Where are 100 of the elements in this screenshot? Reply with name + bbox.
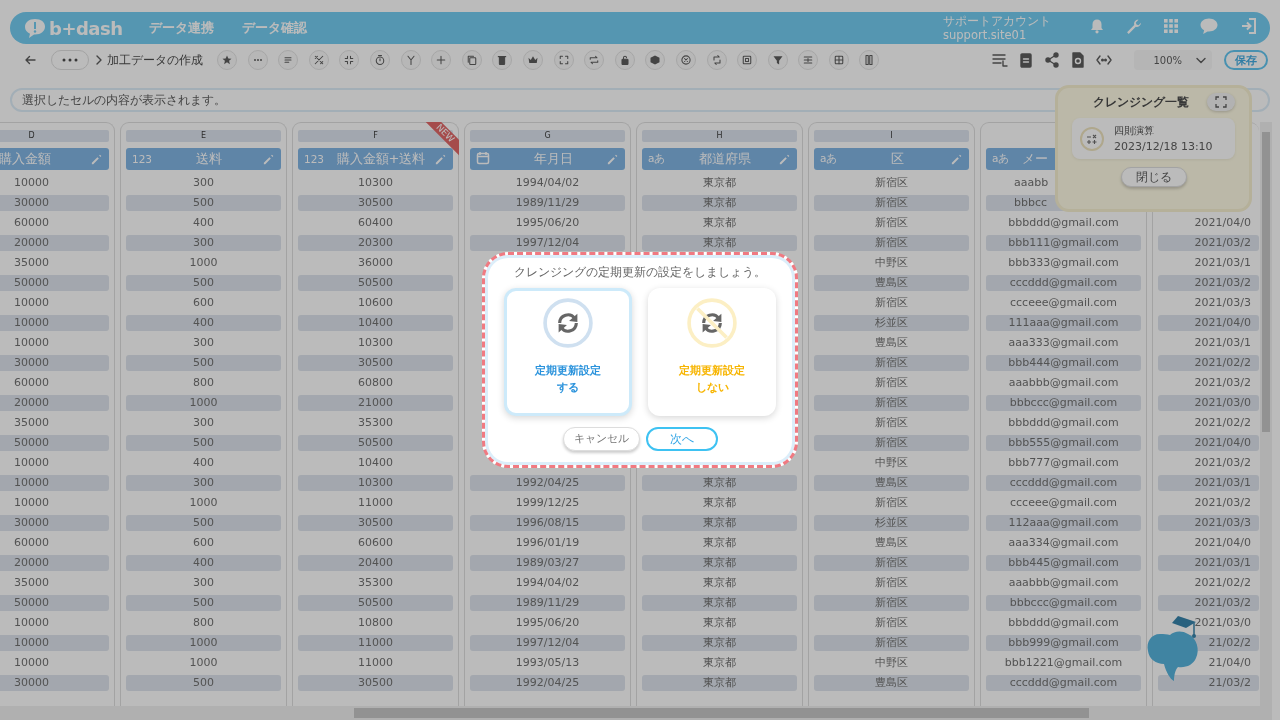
table-cell-text: 東京都 bbox=[702, 655, 737, 671]
fullscreen-button[interactable] bbox=[1207, 93, 1235, 111]
horizontal-scrollbar[interactable] bbox=[0, 706, 1272, 720]
timer-button[interactable] bbox=[369, 50, 390, 70]
bell-icon[interactable] bbox=[1089, 18, 1105, 34]
repeat-button[interactable] bbox=[584, 50, 605, 70]
split-icon bbox=[802, 54, 815, 66]
nav-link[interactable]: データ確認 bbox=[241, 19, 307, 37]
table-cell: 東京都 bbox=[642, 515, 797, 531]
more-button[interactable] bbox=[247, 50, 268, 70]
column-header[interactable]: aあ 区 bbox=[814, 148, 969, 170]
table-cell: 500 bbox=[126, 355, 281, 371]
close-circle-button[interactable] bbox=[675, 50, 696, 70]
vertical-scrollbar[interactable] bbox=[1260, 122, 1272, 706]
table-button[interactable] bbox=[828, 50, 849, 70]
table-cell: 30000 bbox=[0, 195, 109, 211]
table-cell-text: 2021/04/0 bbox=[1193, 535, 1252, 551]
table-cell-text: 300 bbox=[192, 175, 215, 191]
table-cell-text: 60000 bbox=[13, 375, 50, 391]
table-cell-text: 東京都 bbox=[702, 575, 737, 591]
breadcrumb[interactable]: 加工データの作成 bbox=[107, 51, 203, 69]
expand-button[interactable] bbox=[553, 50, 574, 70]
next-button[interactable]: 次へ bbox=[645, 427, 718, 451]
tools-button[interactable] bbox=[308, 50, 329, 70]
table-cell-text: 中野区 bbox=[874, 255, 909, 271]
table-cell: 2021/02/2 bbox=[1158, 355, 1259, 371]
copy-button[interactable] bbox=[461, 50, 482, 70]
pencil-icon[interactable] bbox=[778, 152, 791, 166]
pencil-icon[interactable] bbox=[606, 152, 619, 166]
table-cell: 50000 bbox=[0, 435, 109, 451]
column-header[interactable]: 年月日 bbox=[470, 148, 625, 170]
lock-button[interactable] bbox=[614, 50, 635, 70]
close-button[interactable]: 閉じる bbox=[1120, 167, 1187, 187]
table-cell: 400 bbox=[126, 555, 281, 571]
table-icon bbox=[832, 54, 845, 66]
star-button[interactable] bbox=[217, 50, 237, 70]
cleansing-item[interactable]: 四則演算 2023/12/18 13:10 bbox=[1072, 118, 1235, 159]
more-button[interactable] bbox=[51, 50, 89, 70]
table-cell-text: 東京都 bbox=[702, 495, 737, 511]
filter-button[interactable] bbox=[767, 50, 788, 70]
box-icon bbox=[649, 54, 662, 66]
column-header[interactable]: aあ 都道府県 bbox=[642, 148, 797, 170]
box-button[interactable] bbox=[645, 50, 666, 70]
table-cell-text: 2021/03/1 bbox=[1193, 335, 1252, 351]
table-cell: 30000 bbox=[0, 515, 109, 531]
timer-icon bbox=[373, 54, 386, 66]
share-icon[interactable] bbox=[1044, 52, 1060, 68]
list-icon[interactable] bbox=[992, 52, 1008, 68]
table-cell-text: 300 bbox=[192, 575, 215, 591]
calculator-icon bbox=[1086, 132, 1098, 145]
pencil-icon[interactable] bbox=[434, 152, 447, 166]
column-letter: I bbox=[814, 130, 969, 142]
zoom-select[interactable]: 100% bbox=[1134, 50, 1212, 70]
table-cell: 2021/03/3 bbox=[1158, 515, 1259, 531]
nav-link[interactable]: データ連携 bbox=[148, 19, 214, 37]
columns-button[interactable] bbox=[859, 50, 880, 70]
document-icon[interactable] bbox=[1070, 52, 1086, 68]
cancel-button[interactable]: キャンセル bbox=[562, 427, 640, 451]
table-cell: 20000 bbox=[0, 555, 109, 571]
table-cell-text: 新宿区 bbox=[874, 295, 909, 311]
pencil-icon[interactable] bbox=[90, 152, 103, 166]
apps-grid-icon[interactable] bbox=[1163, 18, 1179, 34]
back-arrow-icon[interactable] bbox=[24, 54, 36, 66]
column-header[interactable]: 123 購入金額+送料 bbox=[298, 148, 453, 170]
table-cell: 新宿区 bbox=[814, 235, 969, 251]
save-button[interactable]: 保存 bbox=[1224, 50, 1268, 70]
branch-button[interactable] bbox=[400, 50, 421, 70]
table-cell: 500 bbox=[126, 675, 281, 691]
option-card[interactable]: 定期更新設定 する bbox=[504, 288, 632, 416]
option-card[interactable]: 定期更新設定 しない bbox=[648, 288, 776, 416]
crown-button[interactable] bbox=[522, 50, 543, 70]
split-button[interactable] bbox=[798, 50, 819, 70]
table-cell: 2021/03/0 bbox=[1158, 395, 1259, 411]
type-label: 123 bbox=[132, 153, 154, 165]
swap-button[interactable] bbox=[706, 50, 727, 70]
table-cell: 新宿区 bbox=[814, 195, 969, 211]
table-cell: bbb999@gmail.com bbox=[986, 635, 1141, 651]
table-cell: bbb111@gmail.com bbox=[986, 235, 1141, 251]
compress-button[interactable] bbox=[339, 50, 360, 70]
table-cell-text: 10000 bbox=[13, 295, 50, 311]
pencil-icon[interactable] bbox=[950, 152, 963, 166]
table-cell: cccddd@gmail.com bbox=[986, 475, 1141, 491]
table-cell-text: 新宿区 bbox=[874, 415, 909, 431]
type-label: aあ bbox=[648, 152, 667, 166]
pencil-icon[interactable] bbox=[262, 152, 275, 166]
plus-button[interactable] bbox=[431, 50, 452, 70]
clipboard-icon[interactable] bbox=[1018, 52, 1034, 68]
column-header[interactable]: 123 送料 bbox=[126, 148, 281, 170]
square-button[interactable] bbox=[737, 50, 758, 70]
table-cell: 1997/12/04 bbox=[470, 235, 625, 251]
table-cell-text: 60000 bbox=[13, 215, 50, 231]
table-cell-text: 2021/03/3 bbox=[1193, 295, 1252, 311]
trash-button[interactable] bbox=[492, 50, 513, 70]
wrench-icon[interactable] bbox=[1125, 17, 1143, 35]
table-cell-text: bbb777@gmail.com bbox=[1007, 455, 1120, 471]
chat-bubble-icon[interactable] bbox=[1199, 17, 1219, 35]
repeat-icon bbox=[588, 54, 601, 66]
logout-icon[interactable] bbox=[1239, 17, 1258, 35]
text-lines-button[interactable] bbox=[278, 50, 299, 70]
table-cell: 1000 bbox=[126, 395, 281, 411]
